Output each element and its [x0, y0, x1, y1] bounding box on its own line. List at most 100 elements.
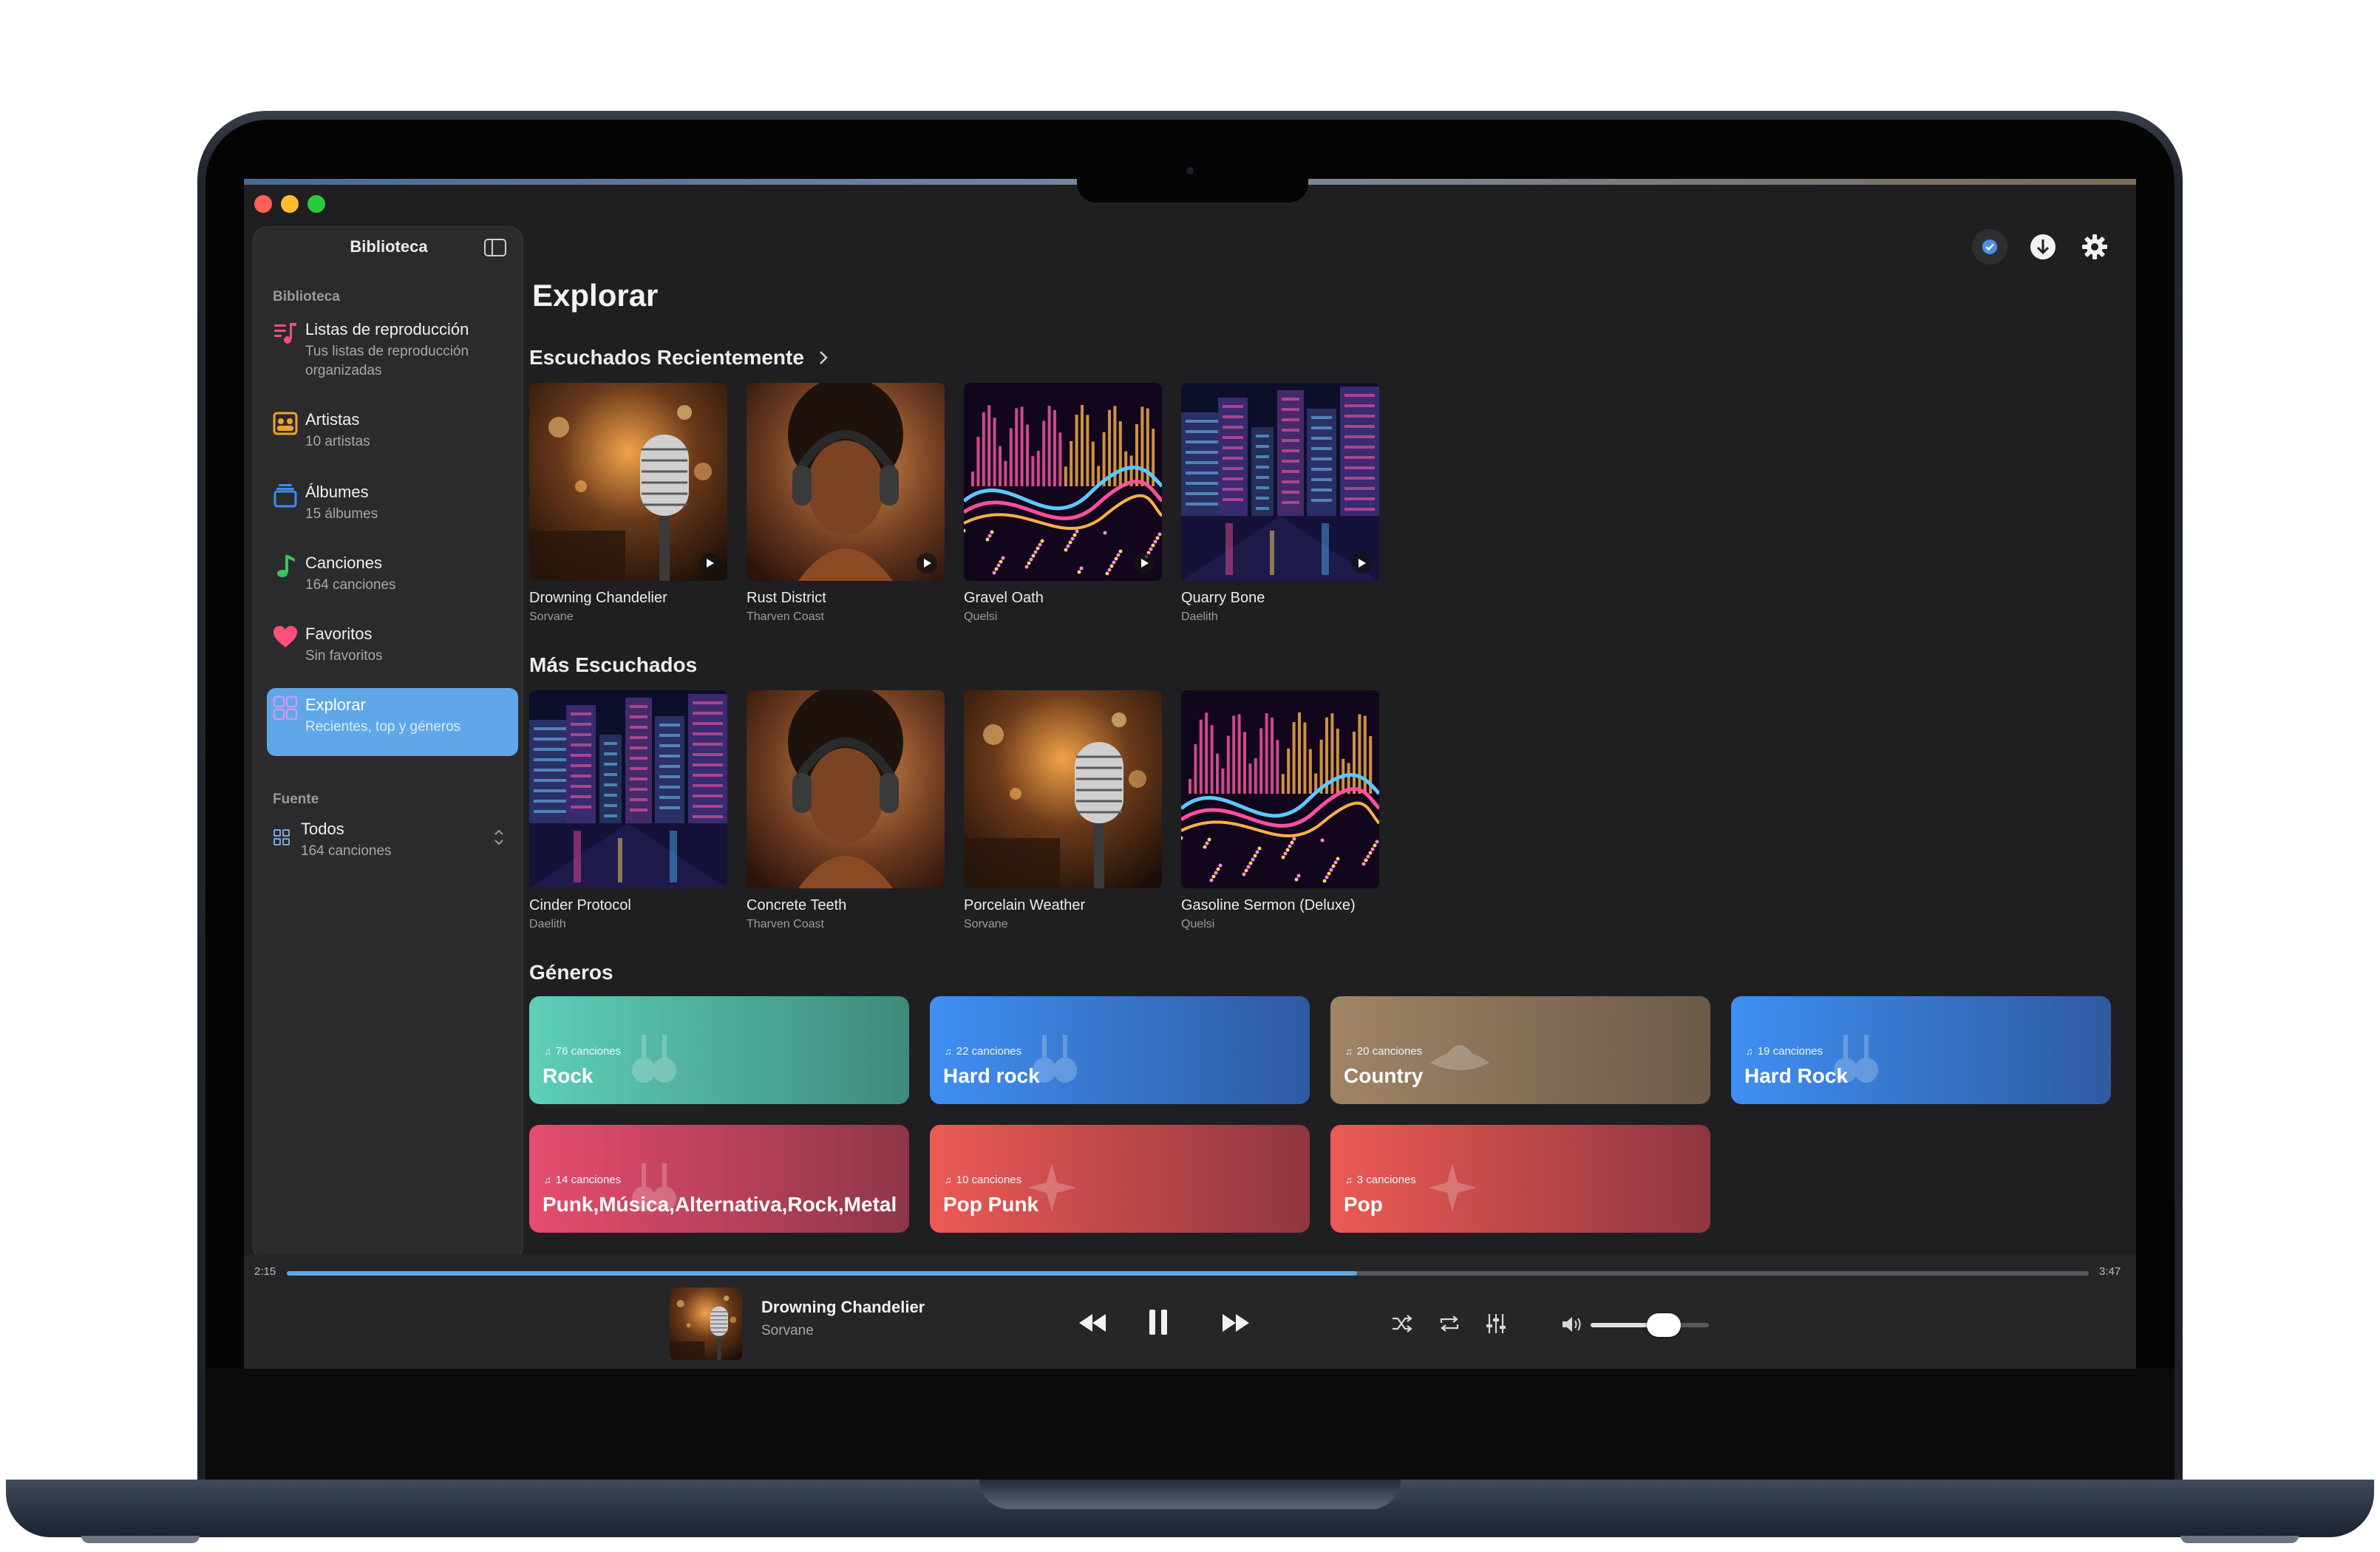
source-selector[interactable]: Todos 164 canciones [267, 817, 518, 868]
sidebar-item-songs[interactable]: Canciones 164 canciones [267, 546, 518, 614]
album-artwork [747, 383, 945, 581]
genre-card[interactable]: ♫ 14 canciones Punk,Música,Alternativa,Ro… [529, 1125, 909, 1233]
album-cover[interactable] [1181, 690, 1379, 888]
album-card[interactable]: Rust District Tharven Coast [747, 383, 945, 627]
album-artist: Sorvane [964, 918, 1008, 930]
genre-card[interactable]: ♫ 10 canciones Pop Punk [930, 1125, 1310, 1233]
sidebar-item-subtitle: Recientes, top y géneros [305, 719, 461, 735]
download-button[interactable] [2025, 229, 2061, 265]
album-artist: Daelith [1181, 610, 1218, 623]
now-playing-artwork[interactable] [670, 1287, 742, 1360]
album-cover[interactable] [964, 383, 1162, 581]
album-card[interactable]: Cinder Protocol Daelith [529, 690, 727, 934]
genre-card[interactable]: ♫ 76 canciones Rock [529, 996, 909, 1104]
sidebar-toggle-icon[interactable] [484, 239, 506, 256]
camera-icon [1186, 167, 1194, 174]
album-card[interactable]: Gasoline Sermon (Deluxe) Quelsi [1181, 690, 1379, 934]
laptop-foot-left [81, 1536, 200, 1543]
sidebar-item-artists[interactable]: Artistas 10 artistas [267, 403, 518, 471]
sidebar-item-explore[interactable]: Explorar Recientes, top y géneros [267, 688, 518, 756]
album-artwork [964, 383, 1162, 581]
player-bar: 2:15 3:47 Drowning Chandelier Sorvane [244, 1255, 2136, 1369]
shuffle-button[interactable] [1391, 1314, 1413, 1333]
album-artwork [529, 690, 727, 888]
album-artwork [1181, 383, 1379, 581]
minimize-window-button[interactable] [281, 195, 299, 213]
album-cover[interactable] [747, 383, 945, 581]
recent-section-title: Escuchados Recientemente [529, 346, 804, 369]
now-playing-artist: Sorvane [761, 1323, 814, 1338]
close-window-button[interactable] [254, 195, 272, 213]
album-title: Concrete Teeth [747, 897, 847, 913]
genre-card[interactable]: ♫ 22 canciones Hard rock [930, 996, 1310, 1104]
album-cover[interactable] [964, 690, 1162, 888]
sidebar: Biblioteca Biblioteca Listas de reproduc… [253, 226, 523, 1261]
album-card[interactable]: Porcelain Weather Sorvane [964, 690, 1162, 934]
sidebar-item-subtitle: 10 artistas [305, 434, 370, 449]
album-artist: Sorvane [529, 610, 574, 623]
album-card[interactable]: Gravel Oath Quelsi [964, 383, 1162, 627]
settings-button[interactable] [2077, 229, 2112, 265]
album-artist: Quelsi [964, 610, 998, 623]
heart-icon [273, 626, 297, 647]
camera-notch [1077, 161, 1308, 202]
volume-knob[interactable] [1647, 1313, 1682, 1337]
play-icon[interactable] [1134, 553, 1155, 574]
album-cover[interactable] [1181, 383, 1379, 581]
sidebar-item-label: Explorar [305, 695, 366, 714]
album-card[interactable]: Concrete Teeth Tharven Coast [747, 690, 945, 934]
play-icon[interactable] [917, 553, 937, 574]
genre-name: Hard Rock [1744, 1064, 1849, 1087]
recent-section-header[interactable]: Escuchados Recientemente [529, 346, 829, 370]
album-card[interactable]: Quarry Bone Daelith [1181, 383, 1379, 627]
sidebar-item-favorites[interactable]: Favoritos Sin favoritos [267, 617, 518, 685]
genre-count: ♫ 3 canciones [1345, 1174, 1416, 1186]
album-artwork [1181, 690, 1379, 888]
progress-slider[interactable] [287, 1271, 2089, 1276]
album-artwork [747, 690, 945, 888]
sidebar-section-source: Fuente [273, 792, 319, 807]
total-time: 3:47 [2099, 1265, 2121, 1278]
download-icon [2030, 234, 2056, 259]
album-artist: Quelsi [1181, 918, 1215, 930]
genre-count-icon: ♫ [544, 1174, 551, 1185]
album-title: Drowning Chandelier [529, 590, 667, 606]
elapsed-time: 2:15 [254, 1265, 276, 1278]
sidebar-item-playlists[interactable]: Listas de reproducción Tus listas de rep… [267, 313, 518, 394]
album-card[interactable]: Drowning Chandelier Sorvane [529, 383, 727, 627]
album-cover[interactable] [529, 690, 727, 888]
genre-count-icon: ♫ [1345, 1174, 1353, 1185]
volume-icon[interactable] [1561, 1316, 1583, 1333]
sidebar-item-albums[interactable]: Álbumes 15 álbumes [267, 475, 518, 543]
genre-count: ♫ 19 canciones [1746, 1045, 1823, 1058]
repeat-button[interactable] [1438, 1314, 1461, 1333]
play-icon[interactable] [1351, 553, 1372, 574]
genre-count: ♫ 20 canciones [1345, 1045, 1423, 1058]
sidebar-item-label: Álbumes [305, 483, 369, 501]
sidebar-item-subtitle: Tus listas de reproducción organizadas [305, 344, 469, 378]
zoom-window-button[interactable] [307, 195, 325, 213]
album-cover[interactable] [747, 690, 945, 888]
album-cover[interactable] [529, 383, 727, 581]
rewind-button[interactable] [1076, 1311, 1109, 1335]
genre-card[interactable]: ♫ 19 canciones Hard Rock [1731, 996, 2111, 1104]
genre-count: ♫ 14 canciones [544, 1174, 622, 1186]
progress-fill [287, 1271, 1358, 1276]
album-title: Rust District [747, 590, 826, 606]
genre-count-icon: ♫ [945, 1174, 952, 1185]
hat-icon [1430, 1045, 1489, 1070]
albums-icon [273, 484, 297, 508]
sidebar-item-subtitle: 164 canciones [305, 577, 396, 593]
equalizer-button[interactable] [1486, 1313, 1506, 1335]
gear-icon [2082, 234, 2107, 259]
genre-card[interactable]: ♫ 20 canciones Country [1330, 996, 1710, 1104]
fast-forward-button[interactable] [1220, 1311, 1252, 1335]
status-button[interactable] [1972, 229, 2007, 265]
sidebar-item-label: Artistas [305, 410, 360, 429]
music-note-icon [277, 555, 295, 577]
pause-button[interactable] [1147, 1307, 1169, 1338]
sidebar-section-library: Biblioteca [273, 289, 340, 304]
genre-card[interactable]: ♫ 3 canciones Pop [1330, 1125, 1710, 1233]
play-icon[interactable] [699, 553, 720, 574]
album-title: Gasoline Sermon (Deluxe) [1181, 897, 1356, 913]
